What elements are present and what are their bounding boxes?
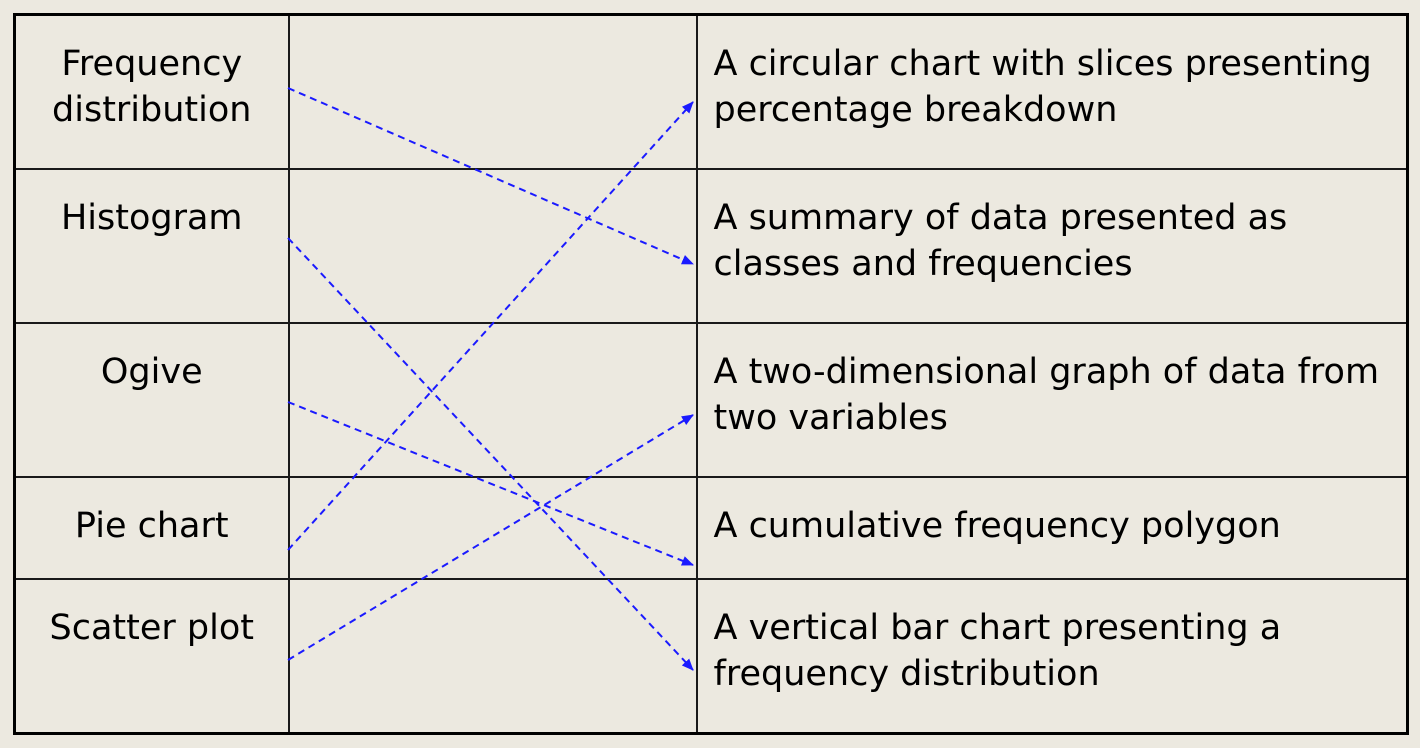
term-cell: Scatter plot — [13, 577, 290, 735]
term-cell: Ogive — [13, 321, 290, 478]
connector-cell — [287, 577, 698, 735]
definition-cell: A circular chart with slices presenting … — [695, 13, 1409, 170]
term-cell: Pie chart — [13, 475, 290, 580]
connector-cell — [287, 13, 698, 170]
connector-cell — [287, 475, 698, 580]
term-cell: Frequency distribution — [13, 13, 290, 170]
definition-cell: A summary of data presented as classes a… — [695, 167, 1409, 324]
definition-cell: A cumulative frequency polygon — [695, 475, 1409, 580]
definition-cell: A two-dimensional graph of data from two… — [695, 321, 1409, 478]
connector-cell — [287, 321, 698, 478]
matching-table: Frequency distribution A circular chart … — [13, 13, 1409, 735]
term-cell: Histogram — [13, 167, 290, 324]
connector-cell — [287, 167, 698, 324]
definition-cell: A vertical bar chart presenting a freque… — [695, 577, 1409, 735]
